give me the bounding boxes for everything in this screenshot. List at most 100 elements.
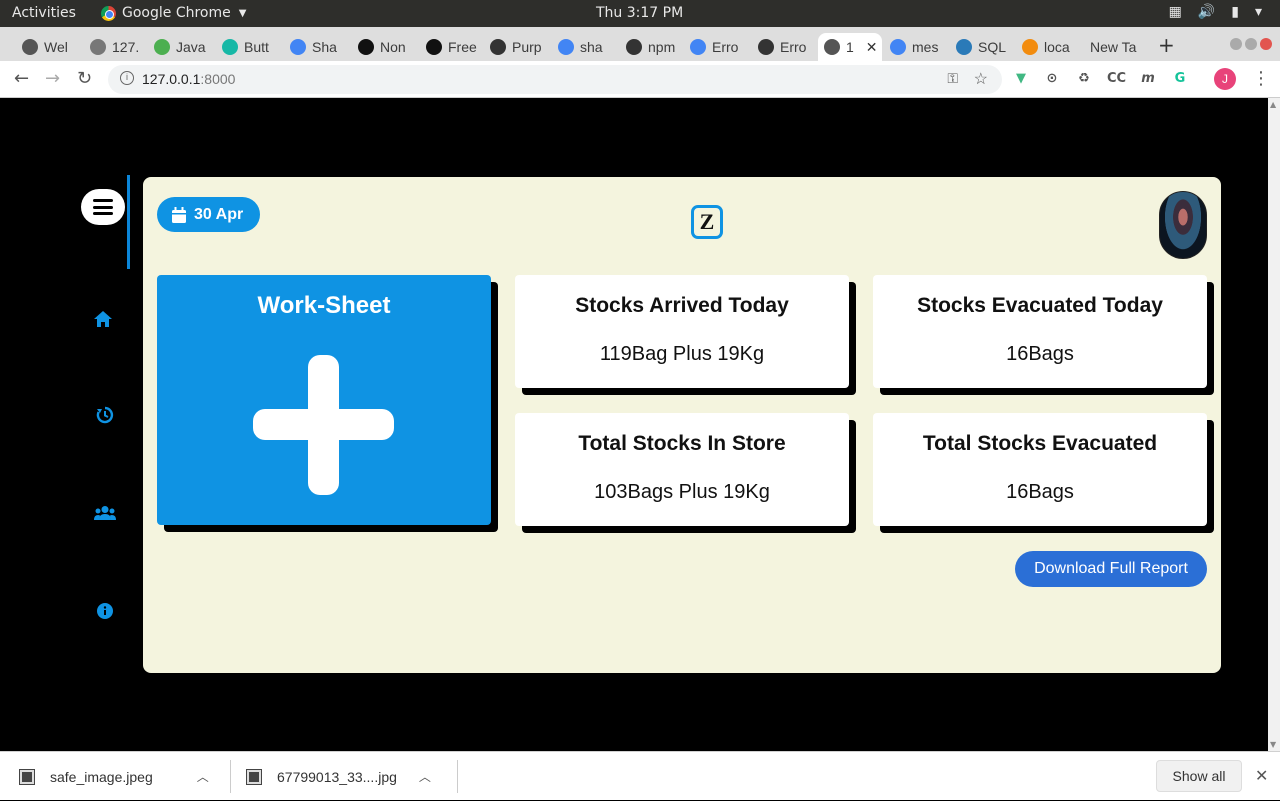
chevron-down-icon: ▼ [238, 7, 247, 19]
nav-home[interactable] [88, 304, 118, 334]
back-icon[interactable]: ← [14, 68, 29, 89]
download-shelf: safe_image.jpeg ︿ 67799013_33....jpg ︿ S… [0, 751, 1280, 800]
info-icon [97, 603, 113, 619]
github-icon [490, 39, 506, 55]
w3-icon [154, 39, 170, 55]
app-logo: Z [691, 205, 723, 239]
browser-tab[interactable]: SQL [950, 33, 1012, 61]
more-menu-icon[interactable]: ⋮ [1252, 68, 1270, 89]
browser-tab[interactable]: New Ta [1084, 33, 1144, 61]
browser-tab[interactable]: 1 ✕ [818, 33, 882, 61]
page-scrollbar[interactable]: ▲ ▼ [1268, 98, 1280, 751]
app-menu[interactable]: Google Chrome ▼ [101, 5, 246, 21]
browser-tab[interactable]: Butt [216, 33, 280, 61]
profile-avatar[interactable]: J [1214, 68, 1236, 90]
tab-label: Wel [44, 39, 68, 55]
browser-tab[interactable]: Wel [16, 33, 76, 61]
grammarly-icon[interactable]: G [1171, 70, 1189, 88]
browser-tab[interactable]: 127. [84, 33, 144, 61]
forward-icon[interactable]: → [45, 68, 60, 89]
tab-label: sha [580, 39, 603, 55]
new-tab-button[interactable]: + [1158, 33, 1175, 57]
browser-tab[interactable]: loca [1016, 33, 1080, 61]
divider [230, 760, 231, 793]
app-name: Google Chrome [122, 5, 231, 21]
vue-devtools-icon[interactable]: ▼ [1012, 70, 1030, 88]
nav-info[interactable] [90, 596, 120, 626]
user-avatar[interactable] [1159, 191, 1207, 259]
activities-button[interactable]: Activities [12, 5, 76, 21]
browser-tab[interactable]: Sha [284, 33, 348, 61]
tab-label: 1 [846, 39, 854, 55]
browser-tab[interactable]: Java [148, 33, 212, 61]
minimize-button[interactable] [1230, 38, 1242, 50]
tab-label: Erro [780, 39, 807, 55]
download-report-button[interactable]: Download Full Report [1015, 551, 1207, 587]
worksheet-card[interactable]: Work-Sheet [157, 275, 491, 525]
tab-label: New Ta [1090, 39, 1137, 55]
key-icon[interactable]: ⚿ [947, 70, 958, 87]
browser-tab[interactable]: Purp [484, 33, 548, 61]
generic-icon [22, 39, 38, 55]
volume-icon[interactable]: 🔊 [1198, 4, 1215, 20]
site-info-icon[interactable]: i [120, 71, 134, 85]
chevron-down-icon[interactable]: ▾ [1255, 4, 1262, 20]
keyboard-icon[interactable]: ▦ [1169, 4, 1182, 20]
scroll-down-icon[interactable]: ▼ [1270, 740, 1276, 749]
card-value: 119Bag Plus 19Kg [599, 343, 765, 365]
reload-icon[interactable]: ↻ [77, 68, 92, 89]
window-controls [1230, 38, 1272, 50]
download-item[interactable]: safe_image.jpeg ︿ [19, 752, 209, 801]
browser-tab[interactable]: Erro [684, 33, 748, 61]
google-icon [558, 39, 574, 55]
battery-icon[interactable]: ▮ [1231, 4, 1239, 20]
close-tab-icon[interactable]: ✕ [866, 39, 878, 56]
m-extension-icon[interactable]: m [1139, 70, 1157, 88]
history-icon [96, 406, 114, 424]
close-window-button[interactable] [1260, 38, 1272, 50]
hamburger-icon [93, 199, 113, 215]
nav-history[interactable] [90, 400, 120, 430]
bookmark-star-icon[interactable]: ☆ [974, 69, 988, 89]
card-value: 103Bags Plus 19Kg [594, 481, 770, 503]
stocks-arrived-today-card: Stocks Arrived Today 119Bag Plus 19Kg [515, 275, 849, 388]
pencil-icon [956, 39, 972, 55]
home-icon [94, 311, 112, 327]
download-item[interactable]: 67799013_33....jpg ︿ [246, 752, 431, 801]
bootstrap-icon [222, 39, 238, 55]
browser-tab[interactable]: Free [420, 33, 480, 61]
browser-tab[interactable]: npm [620, 33, 680, 61]
scroll-up-icon[interactable]: ▲ [1270, 100, 1276, 109]
browser-tab[interactable]: sha [552, 33, 616, 61]
address-bar[interactable]: i 127.0.0.1:8000 ⚿ ☆ [108, 65, 1002, 94]
chevron-up-icon[interactable]: ︿ [197, 768, 209, 785]
maximize-button[interactable] [1245, 38, 1257, 50]
close-icon[interactable]: ✕ [1255, 766, 1268, 786]
nav-users[interactable] [90, 498, 120, 528]
cc-icon[interactable]: CC [1107, 70, 1126, 88]
recycle-icon[interactable]: ♻ [1075, 70, 1093, 88]
nda-icon [426, 39, 442, 55]
date-text: 30 Apr [194, 205, 244, 223]
browser-tab[interactable]: Erro [752, 33, 814, 61]
chrome-icon [101, 5, 116, 21]
system-tray[interactable]: ▦ 🔊 ▮ ▾ [1169, 4, 1262, 20]
browser-tab[interactable]: mes [884, 33, 946, 61]
extension-circle-icon[interactable]: ⊙ [1043, 70, 1061, 88]
chevron-up-icon[interactable]: ︿ [419, 768, 431, 785]
card-label: Total Stocks In Store [578, 432, 786, 455]
worksheet-title: Work-Sheet [257, 292, 391, 319]
dashboard-panel: 30 Apr Z Work-Sheet Stocks Arrived Today… [143, 177, 1221, 673]
clock[interactable]: Thu 3:17 PM [596, 5, 683, 21]
drive-icon [290, 39, 306, 55]
browser-tab[interactable]: Non [352, 33, 416, 61]
menu-toggle-button[interactable] [81, 189, 125, 225]
calendar-icon [172, 206, 186, 223]
show-all-button[interactable]: Show all [1156, 760, 1242, 792]
tab-label: Butt [244, 39, 269, 55]
total-stocks-evacuated-card: Total Stocks Evacuated 16Bags [873, 413, 1207, 526]
tab-label: Erro [712, 39, 739, 55]
nda-icon [358, 39, 374, 55]
date-badge[interactable]: 30 Apr [157, 197, 260, 232]
card-label: Stocks Evacuated Today [917, 294, 1163, 317]
